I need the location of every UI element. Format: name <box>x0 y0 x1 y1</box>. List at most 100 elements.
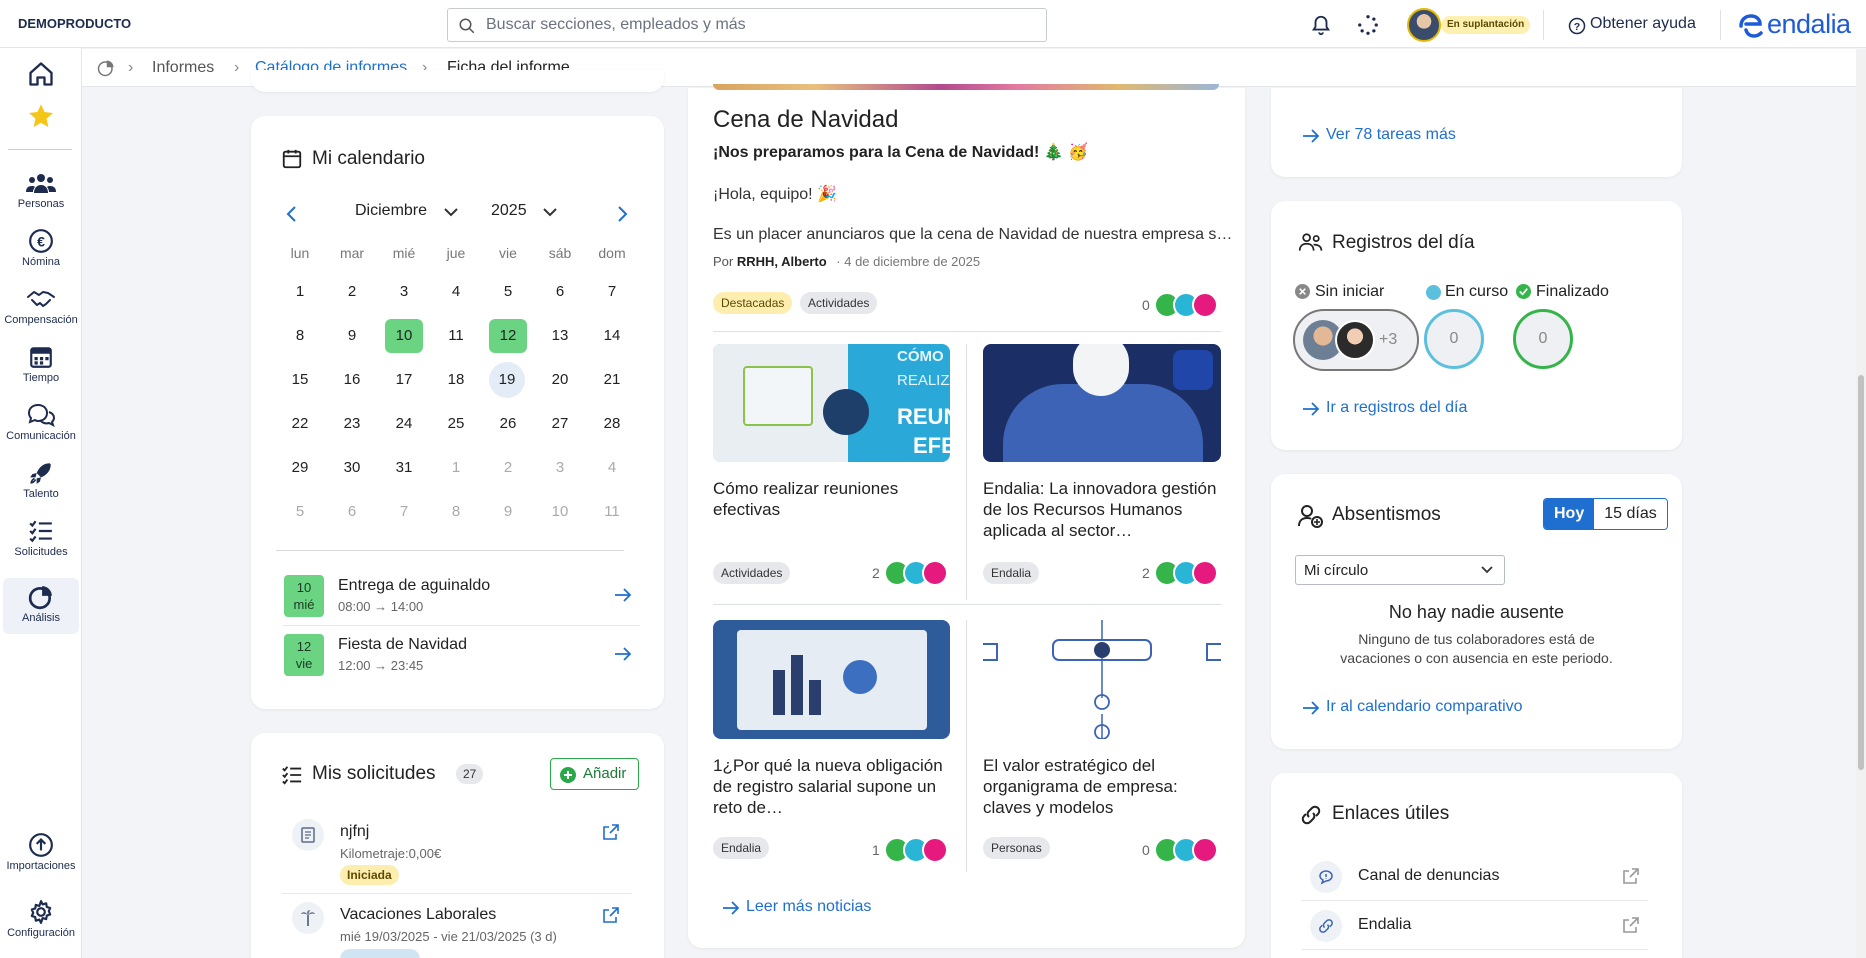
page-scrollbar[interactable] <box>1856 49 1866 958</box>
calendar-day[interactable]: 11 <box>593 495 631 529</box>
chevron-right-icon[interactable] <box>615 205 629 223</box>
news-tag[interactable]: Personas <box>983 837 1050 859</box>
calendar-event[interactable]: 12 vie Fiesta de Navidad 12:00 → 23:45 <box>282 626 640 684</box>
calendar-day[interactable]: 16 <box>333 363 371 397</box>
company-name[interactable]: DEMOPRODUCTO <box>18 16 131 31</box>
calendar-day[interactable]: 6 <box>541 275 579 309</box>
month-select[interactable]: Diciembre <box>355 202 427 220</box>
calendar-day[interactable]: 3 <box>541 451 579 485</box>
calendar-day[interactable]: 1 <box>281 275 319 309</box>
calendar-day[interactable]: 23 <box>333 407 371 441</box>
news-reactions[interactable]: 2 <box>1142 560 1222 586</box>
calendar-day[interactable]: 9 <box>333 319 371 353</box>
news-reactions[interactable]: 1 <box>872 837 952 863</box>
calendar-day[interactable]: 4 <box>437 275 475 309</box>
chevron-down-icon[interactable] <box>542 206 558 218</box>
in-progress-circle[interactable]: 0 <box>1424 309 1484 369</box>
calendar-day[interactable]: 2 <box>333 275 371 309</box>
calendar-day[interactable]: 9 <box>489 495 527 529</box>
sidebar-item-comunicacion[interactable]: Comunicación <box>0 396 82 452</box>
calendar-day[interactable]: 10 <box>541 495 579 529</box>
calendar-day[interactable]: 5 <box>489 275 527 309</box>
user-avatar-menu[interactable]: En suplantación <box>1407 8 1531 42</box>
news-tag[interactable]: Endalia <box>983 562 1040 584</box>
year-select[interactable]: 2025 <box>491 202 527 220</box>
calendar-day[interactable]: 4 <box>593 451 631 485</box>
arrow-right-icon[interactable] <box>614 646 632 662</box>
calendar-day[interactable]: 30 <box>333 451 371 485</box>
calendar-day[interactable]: 3 <box>385 275 423 309</box>
news-tag[interactable]: Endalia <box>713 837 770 859</box>
external-link-icon[interactable] <box>602 906 620 924</box>
calendar-day[interactable]: 25 <box>437 407 475 441</box>
calendar-day[interactable]: 8 <box>437 495 475 529</box>
news-reactions[interactable]: 0 <box>1142 837 1222 863</box>
breadcrumb-item-informes[interactable]: Informes <box>152 59 214 77</box>
news-thumbnail[interactable] <box>713 620 950 739</box>
calendar-day[interactable]: 24 <box>385 407 423 441</box>
calendar-day[interactable]: 19 <box>489 362 525 398</box>
sidebar-item-analisis[interactable]: Análisis <box>3 578 79 634</box>
calendar-day[interactable]: 6 <box>333 495 371 529</box>
sidebar-item-talento[interactable]: Talento <box>0 454 82 510</box>
calendar-day[interactable]: 28 <box>593 407 631 441</box>
news-card-title[interactable]: El valor estratégico del organigrama de … <box>983 755 1223 818</box>
circle-filter-select[interactable]: Mi círculo <box>1295 555 1505 585</box>
not-started-avatars[interactable]: +3 <box>1293 309 1419 371</box>
loading-icon[interactable] <box>1357 14 1379 36</box>
request-item[interactable]: Vacaciones Laborales mié 19/03/2025 - vi… <box>282 898 632 958</box>
period-today-button[interactable]: Hoy <box>1544 499 1595 529</box>
calendar-event[interactable]: 10 mié Entrega de aguinaldo 08:00 → 14:00 <box>282 567 640 625</box>
calendar-day[interactable]: 8 <box>281 319 319 353</box>
search-input[interactable] <box>486 15 1026 35</box>
calendar-day[interactable]: 31 <box>385 451 423 485</box>
calendar-day[interactable]: 20 <box>541 363 579 397</box>
chevron-down-icon[interactable] <box>443 206 459 218</box>
sidebar-item-solicitudes[interactable]: Solicitudes <box>0 512 82 568</box>
bell-icon[interactable] <box>1310 14 1332 36</box>
news-card-title[interactable]: Endalia: La innovadora gestión de los Re… <box>983 478 1223 541</box>
add-request-button[interactable]: Añadir <box>550 758 639 790</box>
calendar-day[interactable]: 21 <box>593 363 631 397</box>
scrollbar-thumb[interactable] <box>1858 375 1864 770</box>
sidebar-item-nomina[interactable]: € Nómina <box>0 222 82 278</box>
calendar-day[interactable]: 15 <box>281 363 319 397</box>
calendar-day[interactable]: 13 <box>541 319 579 353</box>
calendar-day[interactable]: 2 <box>489 451 527 485</box>
calendar-day[interactable]: 7 <box>385 495 423 529</box>
external-link-icon[interactable] <box>602 823 620 841</box>
search-box[interactable] <box>447 8 1047 42</box>
sidebar-item-tiempo[interactable]: Tiempo <box>0 338 82 394</box>
sidebar-item-configuracion[interactable]: Configuración <box>0 893 82 949</box>
request-item[interactable]: njfnj Kilometraje:0,00€ Iniciada <box>282 815 632 891</box>
featured-news-image[interactable] <box>713 84 1219 90</box>
news-reactions[interactable]: 2 <box>872 560 952 586</box>
finished-circle[interactable]: 0 <box>1513 309 1573 369</box>
sidebar-item-importaciones[interactable]: Importaciones <box>0 826 82 882</box>
calendar-day[interactable]: 26 <box>489 407 527 441</box>
news-tag[interactable]: Actividades <box>800 292 878 314</box>
featured-news-title[interactable]: Cena de Navidad <box>713 106 898 134</box>
calendar-day[interactable]: 7 <box>593 275 631 309</box>
news-thumbnail[interactable] <box>983 344 1221 462</box>
news-card-title[interactable]: Cómo realizar reuniones efectivas <box>713 478 953 520</box>
sidebar-item-personas[interactable]: Personas <box>0 164 82 220</box>
calendar-day[interactable]: 11 <box>437 319 475 353</box>
news-tag[interactable]: Actividades <box>713 562 791 584</box>
news-thumbnail[interactable] <box>983 620 1221 739</box>
calendar-day[interactable]: 10 <box>385 319 423 353</box>
calendar-day[interactable]: 1 <box>437 451 475 485</box>
news-thumbnail[interactable]: CÓMO REALIZ REUN EFE <box>713 344 950 462</box>
news-tag[interactable]: Destacadas <box>713 292 793 314</box>
news-author[interactable]: RRHH, Alberto <box>737 254 827 269</box>
calendar-day[interactable]: 18 <box>437 363 475 397</box>
calendar-day[interactable]: 17 <box>385 363 423 397</box>
calendar-day[interactable]: 29 <box>281 451 319 485</box>
sidebar-item-favorites[interactable] <box>0 96 82 152</box>
arrow-right-icon[interactable] <box>614 587 632 603</box>
sidebar-item-compensacion[interactable]: Compensación <box>0 280 82 336</box>
calendar-day[interactable]: 5 <box>281 495 319 529</box>
calendar-day[interactable]: 22 <box>281 407 319 441</box>
useful-link-item[interactable]: Canal de denuncias <box>1302 853 1648 901</box>
news-reactions[interactable]: 0 <box>1142 292 1222 318</box>
